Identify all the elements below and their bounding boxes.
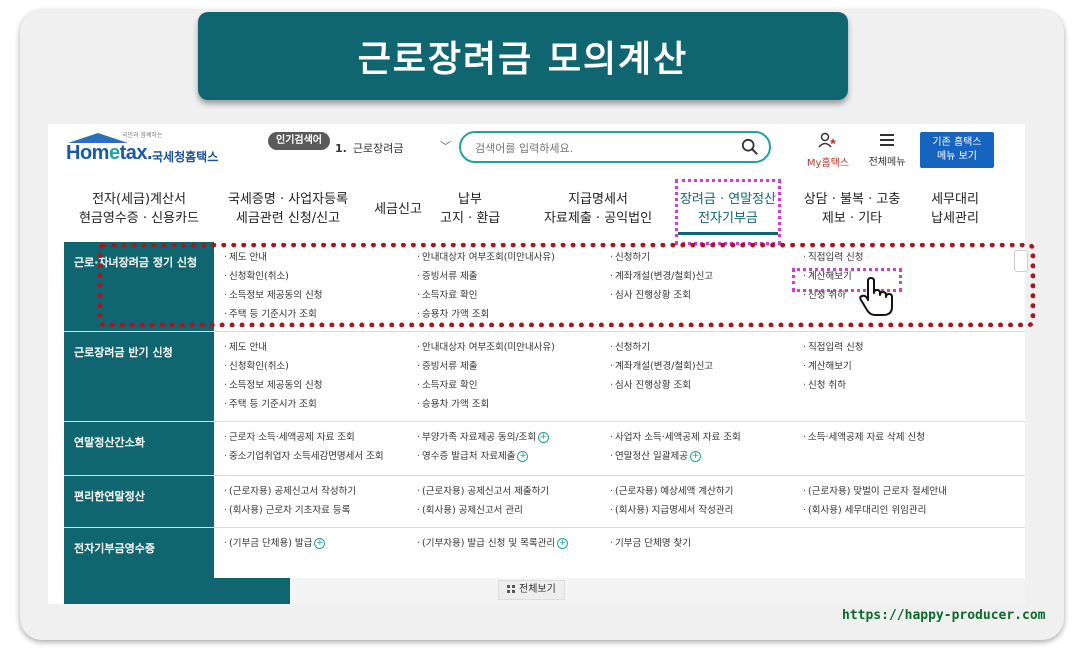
- menu-link[interactable]: (회사용) 공제신고서 관리: [417, 505, 523, 517]
- plus-circle-icon[interactable]: +: [538, 432, 550, 443]
- plus-circle-icon[interactable]: +: [689, 451, 701, 462]
- search-icon[interactable]: [741, 138, 759, 156]
- menu-link[interactable]: 증빙서류 제출: [417, 361, 477, 373]
- menu-link[interactable]: 심사 진행상황 조회: [610, 380, 691, 392]
- popular-search-item[interactable]: 1. 근로장려금: [335, 140, 455, 156]
- menu-link[interactable]: (회사용) 근로자 기초자료 등록: [224, 505, 350, 517]
- menu-row-donation-receipt: 전자기부금영수증 (기부금 단체용) 발급+ (기부자용) 발급 신청 및 목록…: [64, 528, 1025, 578]
- menu-footer-left: [64, 578, 290, 604]
- hometax-screenshot: 국민과 함께하는 Hometax. 국세청홈택스 인기검색어 1. 근로장려금 ﹀…: [48, 124, 1025, 604]
- main-nav: 전자(세금)계산서 현금영수증 · 신용카드 국세증명 · 사업자등록 세금관련 신…: [48, 178, 1025, 238]
- full-view-button[interactable]: 전체보기: [498, 580, 565, 600]
- footer-url[interactable]: https://happy-producer.com: [842, 608, 1046, 623]
- nav-item-tax-agent[interactable]: 세무대리 납세관리: [920, 190, 990, 228]
- popular-search-badge: 인기검색어: [268, 132, 330, 150]
- menu-link[interactable]: 근로자 소득·세액공제 자료 조회: [224, 432, 355, 444]
- menu-link[interactable]: 안내대상자 여부조회(미안내사유): [417, 342, 555, 354]
- menu-link[interactable]: 중소기업취업자 소득세감면명세서 조회: [224, 451, 384, 463]
- menu-link[interactable]: 계산해보기: [803, 361, 852, 373]
- menu-link[interactable]: 사업자 소득·세액공제 자료 조회: [610, 432, 741, 444]
- menu-row-title[interactable]: 편리한연말정산: [74, 488, 145, 504]
- logo-tagline: 국민과 함께하는: [122, 132, 163, 139]
- menu-link[interactable]: 소득정보 제공동의 신청: [224, 380, 322, 392]
- hometax-logo[interactable]: 국민과 함께하는 Hometax. 국세청홈택스: [66, 130, 226, 170]
- menu-link[interactable]: (근로자용) 예상세액 계산하기: [610, 486, 733, 498]
- menu-link[interactable]: 신청확인(취소): [224, 361, 289, 373]
- chevron-down-icon[interactable]: ﹀: [440, 138, 451, 154]
- grid-icon: [507, 585, 515, 593]
- menu-row-title[interactable]: 연말정산간소화: [74, 434, 145, 450]
- menu-row-title[interactable]: 전자기부금영수증: [74, 540, 155, 556]
- nav-item-e-invoice[interactable]: 전자(세금)계산서 현금영수증 · 신용카드: [78, 190, 200, 228]
- logo-wordmark: Hometax.: [66, 142, 153, 164]
- menu-link[interactable]: 영수증 발급처 자료제출+: [417, 451, 529, 463]
- menu-link[interactable]: 소득·세액공제 자료 삭제 신청: [803, 432, 925, 444]
- pointer-hand-icon: [859, 277, 893, 316]
- user-icon: [818, 132, 837, 148]
- menu-link[interactable]: 기부금 단체명 찾기: [610, 538, 691, 550]
- menu-link[interactable]: 신청 취하: [803, 380, 846, 392]
- menu-link[interactable]: 연말정산 일괄제공+: [610, 451, 701, 463]
- menu-link[interactable]: 주택 등 기준시가 조회: [224, 399, 317, 411]
- old-hometax-menu-button[interactable]: 기존 홈택스 메뉴 보기: [920, 132, 994, 168]
- old-hometax-line2: 메뉴 보기: [937, 151, 977, 162]
- plus-circle-icon[interactable]: +: [517, 451, 529, 462]
- site-header: 국민과 함께하는 Hometax. 국세청홈택스 인기검색어 1. 근로장려금 ﹀…: [48, 124, 1025, 176]
- menu-link[interactable]: (근로자용) 맞벌이 근로자 절세안내: [803, 486, 947, 498]
- menu-link[interactable]: (회사용) 지급명세서 작성관리: [610, 505, 733, 517]
- my-hometax-label: My홈택스: [806, 158, 850, 169]
- menu-row-half-year-application: 근로장려금 반기 신청 제도 안내 신청확인(취소) 소득정보 제공동의 신청 …: [64, 332, 1025, 422]
- logo-korean: 국세청홈택스: [152, 150, 219, 164]
- menu-link[interactable]: (기부금 단체용) 발급+: [224, 538, 326, 550]
- menu-link[interactable]: (회사용) 세무대리인 위임관리: [803, 505, 926, 517]
- nav-item-payment[interactable]: 납부 고지 · 환급: [440, 190, 500, 228]
- nav-highlight-box: [675, 179, 781, 245]
- menu-link[interactable]: (기부자용) 발급 신청 및 목록관리+: [417, 538, 569, 550]
- nav-item-certificate[interactable]: 국세증명 · 사업자등록 세금관련 신청/신고: [218, 190, 358, 228]
- menu-link[interactable]: 부양가족 자료제공 동의/조회+: [417, 432, 550, 444]
- nav-item-consulting[interactable]: 상담 · 불복 · 고충 제보 · 기타: [800, 190, 904, 228]
- menu-row-easy-settlement: 편리한연말정산 (근로자용) 공제신고서 작성하기 (회사용) 근로자 기초자료…: [64, 476, 1025, 528]
- menu-link[interactable]: (근로자용) 공제신고서 제출하기: [417, 486, 549, 498]
- menu-link[interactable]: (근로자용) 공제신고서 작성하기: [224, 486, 356, 498]
- search-box: [459, 131, 771, 163]
- all-menu-button[interactable]: 전체메뉴: [862, 132, 912, 168]
- menu-link[interactable]: 계좌개설(변경/철회)신고: [610, 361, 713, 373]
- nav-item-statements[interactable]: 지급명세서 자료제출 · 공익법인: [538, 190, 658, 228]
- menu-row-simplified-settlement: 연말정산간소화 근로자 소득·세액공제 자료 조회 중소기업취업자 소득세감면명…: [64, 422, 1025, 476]
- old-hometax-line1: 기존 홈택스: [932, 137, 982, 148]
- page-title: 근로장려금 모의계산: [198, 12, 848, 100]
- menu-link[interactable]: 직접입력 신청: [803, 342, 863, 354]
- plus-circle-icon[interactable]: +: [557, 538, 569, 549]
- menu-row-title[interactable]: 근로장려금 반기 신청: [74, 344, 173, 360]
- menu-link[interactable]: 제도 안내: [224, 342, 267, 354]
- search-input[interactable]: [475, 139, 735, 157]
- my-hometax-button[interactable]: My홈택스: [802, 132, 854, 169]
- menu-link[interactable]: 소득자료 확인: [417, 380, 477, 392]
- nav-item-tax-filing[interactable]: 세금신고: [370, 200, 426, 219]
- scroll-handle[interactable]: [1014, 250, 1028, 272]
- menu-link[interactable]: 신청하기: [610, 342, 650, 354]
- plus-circle-icon[interactable]: +: [314, 538, 326, 549]
- all-menu-label: 전체메뉴: [868, 157, 906, 168]
- menu-link[interactable]: 승용차 가액 조회: [417, 399, 489, 411]
- hamburger-icon: [880, 134, 894, 146]
